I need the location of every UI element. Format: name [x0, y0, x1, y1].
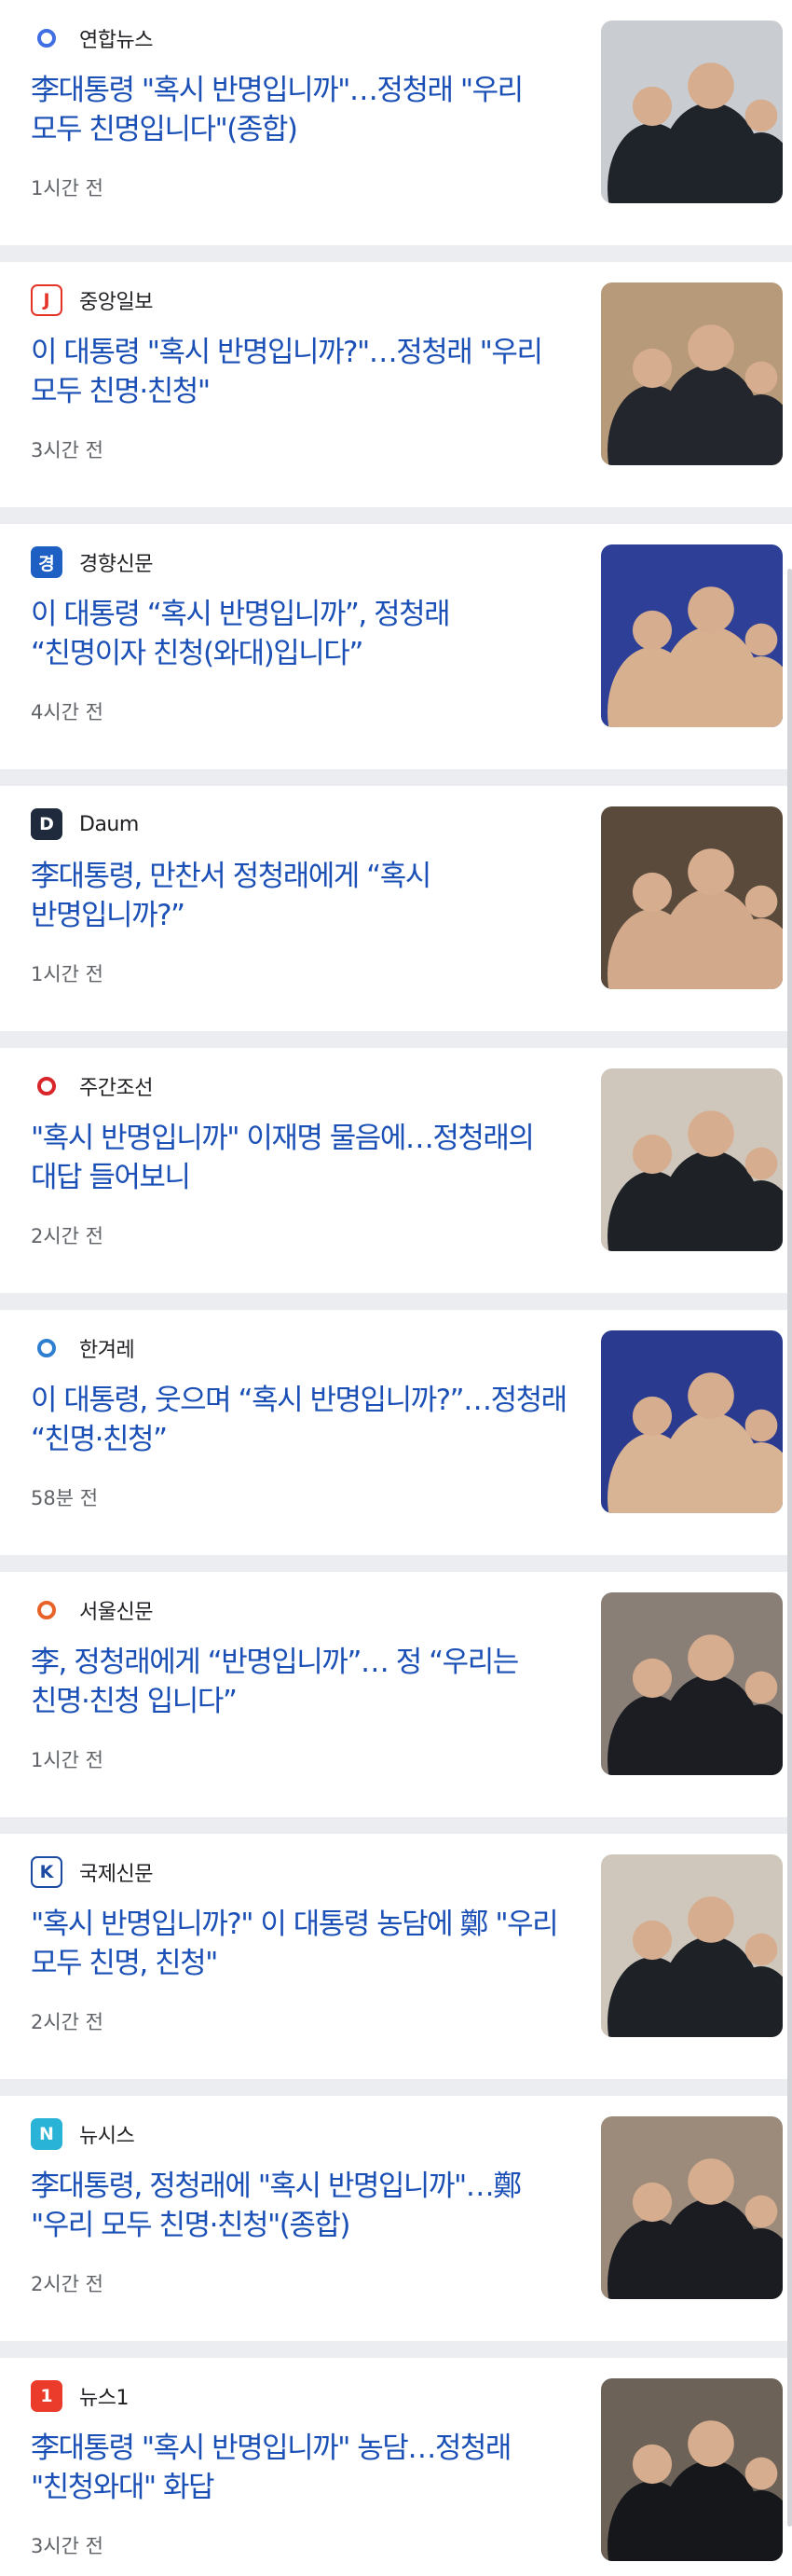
news-source: 주간조선 [31, 1070, 153, 1102]
news-card[interactable]: K 국제신문 "혹시 반명입니까?" 이 대통령 농담에 鄭 "우리 모두 친명, … [0, 1834, 792, 2079]
publisher-logo-icon: 1 [31, 2380, 62, 2412]
article-thumbnail[interactable] [601, 1068, 783, 1251]
publish-time: 1시간 전 [31, 177, 103, 200]
publish-time: 2시간 전 [31, 2273, 103, 2295]
news-source: 한겨레 [31, 1332, 135, 1364]
article-thumbnail[interactable] [601, 2378, 783, 2561]
source-name: 한겨레 [79, 1339, 135, 1362]
news-source: J 중앙일보 [31, 284, 153, 316]
news-feed: 연합뉴스 李대통령 "혹시 반명입니까"…정청래 "우리 모두 친명입니다"(종합… [0, 0, 792, 2576]
news-card[interactable]: 연합뉴스 李대통령 "혹시 반명입니까"…정청래 "우리 모두 친명입니다"(종합… [0, 0, 792, 245]
source-name: 국제신문 [79, 1863, 153, 1886]
news-card[interactable]: 경 경향신문이 대통령 “혹시 반명입니까”, 정청래 “친명이자 친청(와대)입… [0, 524, 792, 769]
publisher-logo-icon: 경 [31, 546, 62, 578]
news-card[interactable]: D Daum 李대통령, 만찬서 정청래에게 “혹시 반명입니까?” 1시간 전 [0, 786, 792, 1031]
news-card[interactable]: 한겨레이 대통령, 웃으며 “혹시 반명입니까?”…정청래 “친명·친청” 58분… [0, 1310, 792, 1555]
source-name: 주간조선 [79, 1077, 153, 1100]
headline-link[interactable]: 이 대통령, 웃으며 “혹시 반명입니까?”…정청래 “친명·친청” [31, 1381, 571, 1459]
publish-time: 1시간 전 [31, 963, 103, 985]
news-source: D Daum [31, 808, 139, 840]
publisher-logo-icon: D [31, 808, 62, 840]
publisher-logo-icon: J [31, 284, 62, 316]
headline-link[interactable]: "혹시 반명입니까" 이재명 물음에…정청래의 대답 들어보니 [31, 1119, 571, 1197]
article-thumbnail[interactable] [601, 1592, 783, 1775]
publish-time: 3시간 전 [31, 2535, 103, 2557]
publish-time: 4시간 전 [31, 701, 103, 723]
headline-link[interactable]: 이 대통령 "혹시 반명입니까?"…정청래 "우리 모두 친명·친청" [31, 333, 571, 411]
news-card[interactable]: J 중앙일보이 대통령 "혹시 반명입니까?"…정청래 "우리 모두 친명·친청"… [0, 262, 792, 507]
news-card[interactable]: N 뉴시스 李대통령, 정청래에 "혹시 반명입니까"…鄭 "우리 모두 친명·친청… [0, 2096, 792, 2341]
article-thumbnail[interactable] [601, 2116, 783, 2299]
headline-link[interactable]: 이 대통령 “혹시 반명입니까”, 정청래 “친명이자 친청(와대)입니다” [31, 595, 571, 673]
headline-link[interactable]: 李대통령 "혹시 반명입니까" 농담…정청래 "친청와대" 화답 [31, 2429, 571, 2507]
source-name: 뉴스1 [79, 2387, 129, 2410]
publish-time: 3시간 전 [31, 439, 103, 461]
publisher-logo-icon: N [31, 2118, 62, 2150]
news-source: 1 뉴스1 [31, 2380, 129, 2412]
publisher-logo-icon [31, 1594, 62, 1626]
publish-time: 2시간 전 [31, 1225, 103, 1247]
headline-link[interactable]: 李, 정청래에게 “반명입니까”… 정 “우리는 친명·친청 입니다” [31, 1643, 571, 1721]
article-thumbnail[interactable] [601, 544, 783, 727]
headline-link[interactable]: 李대통령 "혹시 반명입니까"…정청래 "우리 모두 친명입니다"(종합) [31, 71, 571, 149]
source-name: 중앙일보 [79, 291, 153, 314]
source-name: 서울신문 [79, 1601, 153, 1624]
headline-link[interactable]: 李대통령, 정청래에 "혹시 반명입니까"…鄭 "우리 모두 친명·친청"(종합… [31, 2167, 571, 2245]
source-name: 연합뉴스 [79, 29, 153, 52]
headline-link[interactable]: 李대통령, 만찬서 정청래에게 “혹시 반명입니까?” [31, 857, 571, 935]
publisher-logo-icon [31, 1070, 62, 1102]
news-card[interactable]: 1 뉴스1 李대통령 "혹시 반명입니까" 농담…정청래 "친청와대" 화답 3시간 … [0, 2358, 792, 2576]
source-name: 경향신문 [79, 553, 153, 576]
news-source: 연합뉴스 [31, 22, 153, 54]
publisher-logo-icon: K [31, 1856, 62, 1888]
headline-link[interactable]: "혹시 반명입니까?" 이 대통령 농담에 鄭 "우리 모두 친명, 친청" [31, 1905, 571, 1983]
publisher-logo-icon [31, 1332, 62, 1364]
article-thumbnail[interactable] [601, 1330, 783, 1513]
news-source: 경 경향신문 [31, 546, 153, 578]
news-card[interactable]: 서울신문 李, 정청래에게 “반명입니까”… 정 “우리는 친명·친청 입니다” 1… [0, 1572, 792, 1817]
news-source: 서울신문 [31, 1594, 153, 1626]
publisher-logo-icon [31, 22, 62, 54]
publish-time: 1시간 전 [31, 1749, 103, 1771]
article-thumbnail[interactable] [601, 1854, 783, 2037]
source-name: Daum [79, 812, 139, 836]
source-name: 뉴시스 [79, 2125, 135, 2148]
scrollbar[interactable] [787, 569, 792, 2527]
news-source: N 뉴시스 [31, 2118, 135, 2150]
article-thumbnail[interactable] [601, 282, 783, 465]
article-thumbnail[interactable] [601, 21, 783, 203]
news-source: K 국제신문 [31, 1856, 153, 1888]
publish-time: 2시간 전 [31, 2011, 103, 2033]
publish-time: 58분 전 [31, 1487, 99, 1509]
article-thumbnail[interactable] [601, 806, 783, 989]
news-card[interactable]: 주간조선 "혹시 반명입니까" 이재명 물음에…정청래의 대답 들어보니 2시간 전 [0, 1048, 792, 1293]
